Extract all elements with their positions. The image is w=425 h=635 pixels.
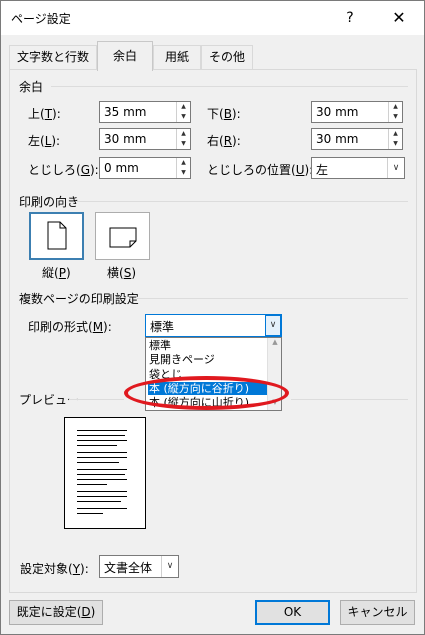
apply-to-label: 設定対象(Y): [20,562,89,576]
pages-group-title: 複数ページの印刷設定 [19,292,139,306]
gutter-position-value: 左 [316,163,329,177]
preview-line [77,457,127,458]
preview-line [77,445,117,446]
tab-margins[interactable]: 余白 [97,41,153,71]
preview-line [77,484,107,485]
gutter-position-select[interactable]: 左 ∨ [311,157,405,179]
gutter-spinner[interactable]: 0 mm ▲ ▼ [99,157,191,179]
cancel-button[interactable]: キャンセル [340,600,415,625]
landscape-page-icon [109,227,137,248]
bottom-margin-label: 下(B): [207,107,241,121]
landscape-button[interactable] [95,212,150,260]
landscape-label: 横(S) [107,266,136,280]
gutter-value[interactable]: 0 mm [104,161,139,175]
spin-up-icon[interactable]: ▲ [389,129,402,139]
ok-button[interactable]: OK [255,600,330,625]
preview-line [77,491,127,492]
gutter-position-label: とじしろの位置(U): [207,163,314,177]
preview-separator-right [291,399,408,400]
dropdown-option[interactable]: 標準 [148,339,267,352]
preview-line [77,474,125,475]
right-margin-value[interactable]: 30 mm [316,132,358,146]
spin-up-icon[interactable]: ▲ [177,102,190,112]
help-button[interactable]: ? [339,6,361,30]
spin-down-icon[interactable]: ▼ [389,139,402,149]
spin-up-icon[interactable]: ▲ [389,102,402,112]
title-bar: ページ設定 ? ✕ [1,1,424,35]
dropdown-option[interactable]: 袋とじ [148,368,267,381]
print-format-value: 標準 [150,320,175,334]
close-button[interactable]: ✕ [385,6,413,30]
preview-page [64,417,146,529]
set-as-default-button[interactable]: 既定に設定(D) [9,600,103,625]
top-margin-value[interactable]: 35 mm [104,105,146,119]
gutter-label: とじしろ(G): [28,163,99,177]
preview-line [77,435,125,436]
tab-paper[interactable]: 用紙 [153,45,201,69]
portrait-page-icon [47,221,67,250]
page-setup-dialog: ページ設定 ? ✕ 文字数と行数 余白 用紙 その他 余白 上(T): 35 m… [0,0,425,635]
portrait-button[interactable] [29,212,84,260]
orientation-separator [77,201,408,202]
preview-line [77,452,127,453]
spin-down-icon[interactable]: ▼ [389,112,402,122]
top-margin-spinner[interactable]: 35 mm ▲ ▼ [99,101,191,123]
preview-line [77,430,127,431]
print-format-dropdown-list[interactable]: 標準 見開きページ 袋とじ 本 (縦方向に谷折り) 本 (縦方向に山折り) ▲ … [145,337,282,411]
bottom-margin-spinner[interactable]: 30 mm ▲ ▼ [311,101,403,123]
scroll-up-icon[interactable]: ▲ [268,338,282,350]
apply-to-select[interactable]: 文書全体 ∨ [99,555,179,578]
chevron-down-icon[interactable]: ∨ [265,315,281,336]
left-margin-value[interactable]: 30 mm [104,132,146,146]
chevron-down-icon[interactable]: ∨ [161,556,178,577]
orientation-group-title: 印刷の向き [19,195,80,209]
preview-line [77,513,103,514]
dropdown-option[interactable]: 本 (縦方向に山折り) [148,396,267,409]
dropdown-scrollbar[interactable]: ▲ ▼ [267,338,281,410]
dropdown-option-selected[interactable]: 本 (縦方向に谷折り) [148,382,267,395]
chevron-down-icon[interactable]: ∨ [387,158,404,178]
portrait-label: 縦(P) [42,266,71,280]
preview-line [77,469,127,470]
right-margin-spinner[interactable]: 30 mm ▲ ▼ [311,128,403,150]
spin-down-icon[interactable]: ▼ [177,139,190,149]
tab-other[interactable]: その他 [201,45,253,69]
pages-separator [137,298,408,299]
dialog-title: ページ設定 [11,12,71,26]
dropdown-option[interactable]: 見開きページ [148,353,267,366]
bottom-margin-value[interactable]: 30 mm [316,105,358,119]
preview-line [77,501,121,502]
preview-line [77,496,127,497]
left-margin-spinner[interactable]: 30 mm ▲ ▼ [99,128,191,150]
preview-line [77,508,127,509]
spin-down-icon[interactable]: ▼ [177,168,190,178]
top-margin-label: 上(T): [28,107,61,121]
preview-line [77,440,127,441]
spin-down-icon[interactable]: ▼ [177,112,190,122]
tab-characters-lines[interactable]: 文字数と行数 [9,45,97,69]
spin-up-icon[interactable]: ▲ [177,129,190,139]
print-format-label: 印刷の形式(M): [28,320,112,334]
preview-separator [69,399,124,400]
preview-line [77,479,127,480]
margins-separator [51,86,408,87]
left-margin-label: 左(L): [28,134,61,148]
print-format-select[interactable]: 標準 ∨ [145,314,282,337]
preview-line [77,462,119,463]
apply-to-value: 文書全体 [104,561,153,575]
scroll-down-icon[interactable]: ▼ [268,398,282,410]
spin-up-icon[interactable]: ▲ [177,158,190,168]
margins-group-title: 余白 [19,80,44,94]
right-margin-label: 右(R): [207,134,241,148]
